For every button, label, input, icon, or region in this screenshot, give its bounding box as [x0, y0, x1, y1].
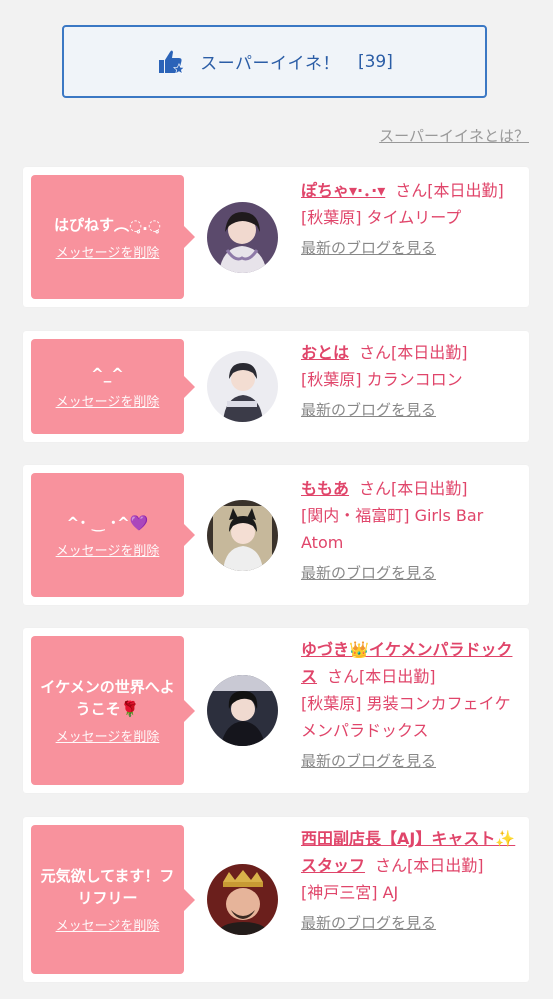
message-text: はぴねす︵◌̥.◌̥ [54, 215, 161, 234]
message-card: 元気欲してます！フリフリー メッセージを削除 西田副店長【AJ】キャスト✨スタッ… [23, 817, 529, 982]
cast-location: [神戸三宮] AJ [301, 883, 399, 902]
latest-blog-link[interactable]: 最新のブログを見る [301, 235, 436, 262]
message-card: イケメンの世界へようこそ🌹 メッセージを削除 ゆづき👑イケメンパラドックス さん[… [23, 628, 529, 793]
message-bubble: イケメンの世界へようこそ🌹 メッセージを削除 [31, 636, 195, 785]
message-bubble: ^_^ メッセージを削除 [31, 339, 195, 434]
message-card: はぴねす︵◌̥.◌̥ メッセージを削除 ぽちゃ▾·．·▾ さん[本日出勤] [秋葉… [23, 167, 529, 307]
super-like-count: [39] [357, 51, 393, 72]
cast-location: [秋葉原] カランコロン [301, 370, 463, 389]
avatar[interactable] [207, 500, 278, 571]
what-is-super-like-link[interactable]: スーパーイイネとは？ [379, 125, 529, 146]
avatar[interactable] [207, 202, 278, 273]
message-card: ^_^ メッセージを削除 おとは さん[本日出勤] [秋葉原] カランコロン 最新… [23, 331, 529, 442]
message-bubble: はぴねす︵◌̥.◌̥ メッセージを削除 [31, 175, 195, 299]
message-bubble: 元気欲してます！フリフリー メッセージを削除 [31, 825, 195, 974]
message-text: ^･ ‿ ･^💜 [66, 513, 149, 532]
cast-location: [関内・福富町] Girls Bar Atom [301, 506, 484, 552]
cast-name-link[interactable]: おとは [301, 343, 349, 362]
message-text: イケメンの世界へようこそ🌹 [40, 678, 175, 718]
delete-message-link[interactable]: メッセージを削除 [56, 915, 160, 934]
cast-info: 西田副店長【AJ】キャスト✨スタッフ さん[本日出勤] [神戸三宮] AJ 最新の… [301, 825, 517, 937]
cast-status: さん[本日出勤] [375, 856, 484, 875]
thumbs-up-star-icon [159, 50, 186, 74]
cast-name-link[interactable]: ももあ [301, 479, 349, 498]
delete-message-link[interactable]: メッセージを削除 [56, 391, 160, 410]
cast-name-link[interactable]: ぽちゃ▾·．·▾ [301, 181, 385, 200]
cast-status: さん[本日出勤] [359, 343, 468, 362]
cast-location: [秋葉原] タイムリープ [301, 208, 462, 227]
cast-info: ぽちゃ▾·．·▾ さん[本日出勤] [秋葉原] タイムリープ 最新のブログを見る [301, 177, 517, 262]
super-like-button[interactable]: スーパーイイネ！ [39] [62, 25, 487, 98]
cast-status: さん[本日出勤] [395, 181, 504, 200]
message-text: ^_^ [91, 365, 124, 383]
cast-status: さん[本日出勤] [359, 479, 468, 498]
latest-blog-link[interactable]: 最新のブログを見る [301, 397, 436, 424]
cast-info: おとは さん[本日出勤] [秋葉原] カランコロン 最新のブログを見る [301, 339, 517, 424]
message-card: ^･ ‿ ･^💜 メッセージを削除 ももあ さん[本日出勤] [関内・福富町] G… [23, 465, 529, 605]
message-bubble: ^･ ‿ ･^💜 メッセージを削除 [31, 473, 195, 597]
delete-message-link[interactable]: メッセージを削除 [56, 726, 160, 745]
super-like-label: スーパーイイネ！ [200, 54, 340, 74]
latest-blog-link[interactable]: 最新のブログを見る [301, 560, 436, 587]
delete-message-link[interactable]: メッセージを削除 [56, 540, 160, 559]
avatar[interactable] [207, 864, 278, 935]
cast-info: ももあ さん[本日出勤] [関内・福富町] Girls Bar Atom 最新のブ… [301, 475, 517, 587]
message-text: 元気欲してます！フリフリー [40, 867, 175, 907]
avatar[interactable] [207, 675, 278, 746]
latest-blog-link[interactable]: 最新のブログを見る [301, 910, 436, 937]
latest-blog-link[interactable]: 最新のブログを見る [301, 748, 436, 775]
avatar[interactable] [207, 351, 278, 422]
cast-info: ゆづき👑イケメンパラドックス さん[本日出勤] [秋葉原] 男装コンカフェイケメン… [301, 636, 517, 775]
delete-message-link[interactable]: メッセージを削除 [56, 242, 160, 261]
cast-location: [秋葉原] 男装コンカフェイケメンパラドックス [301, 694, 511, 740]
cast-status: さん[本日出勤] [327, 667, 436, 686]
